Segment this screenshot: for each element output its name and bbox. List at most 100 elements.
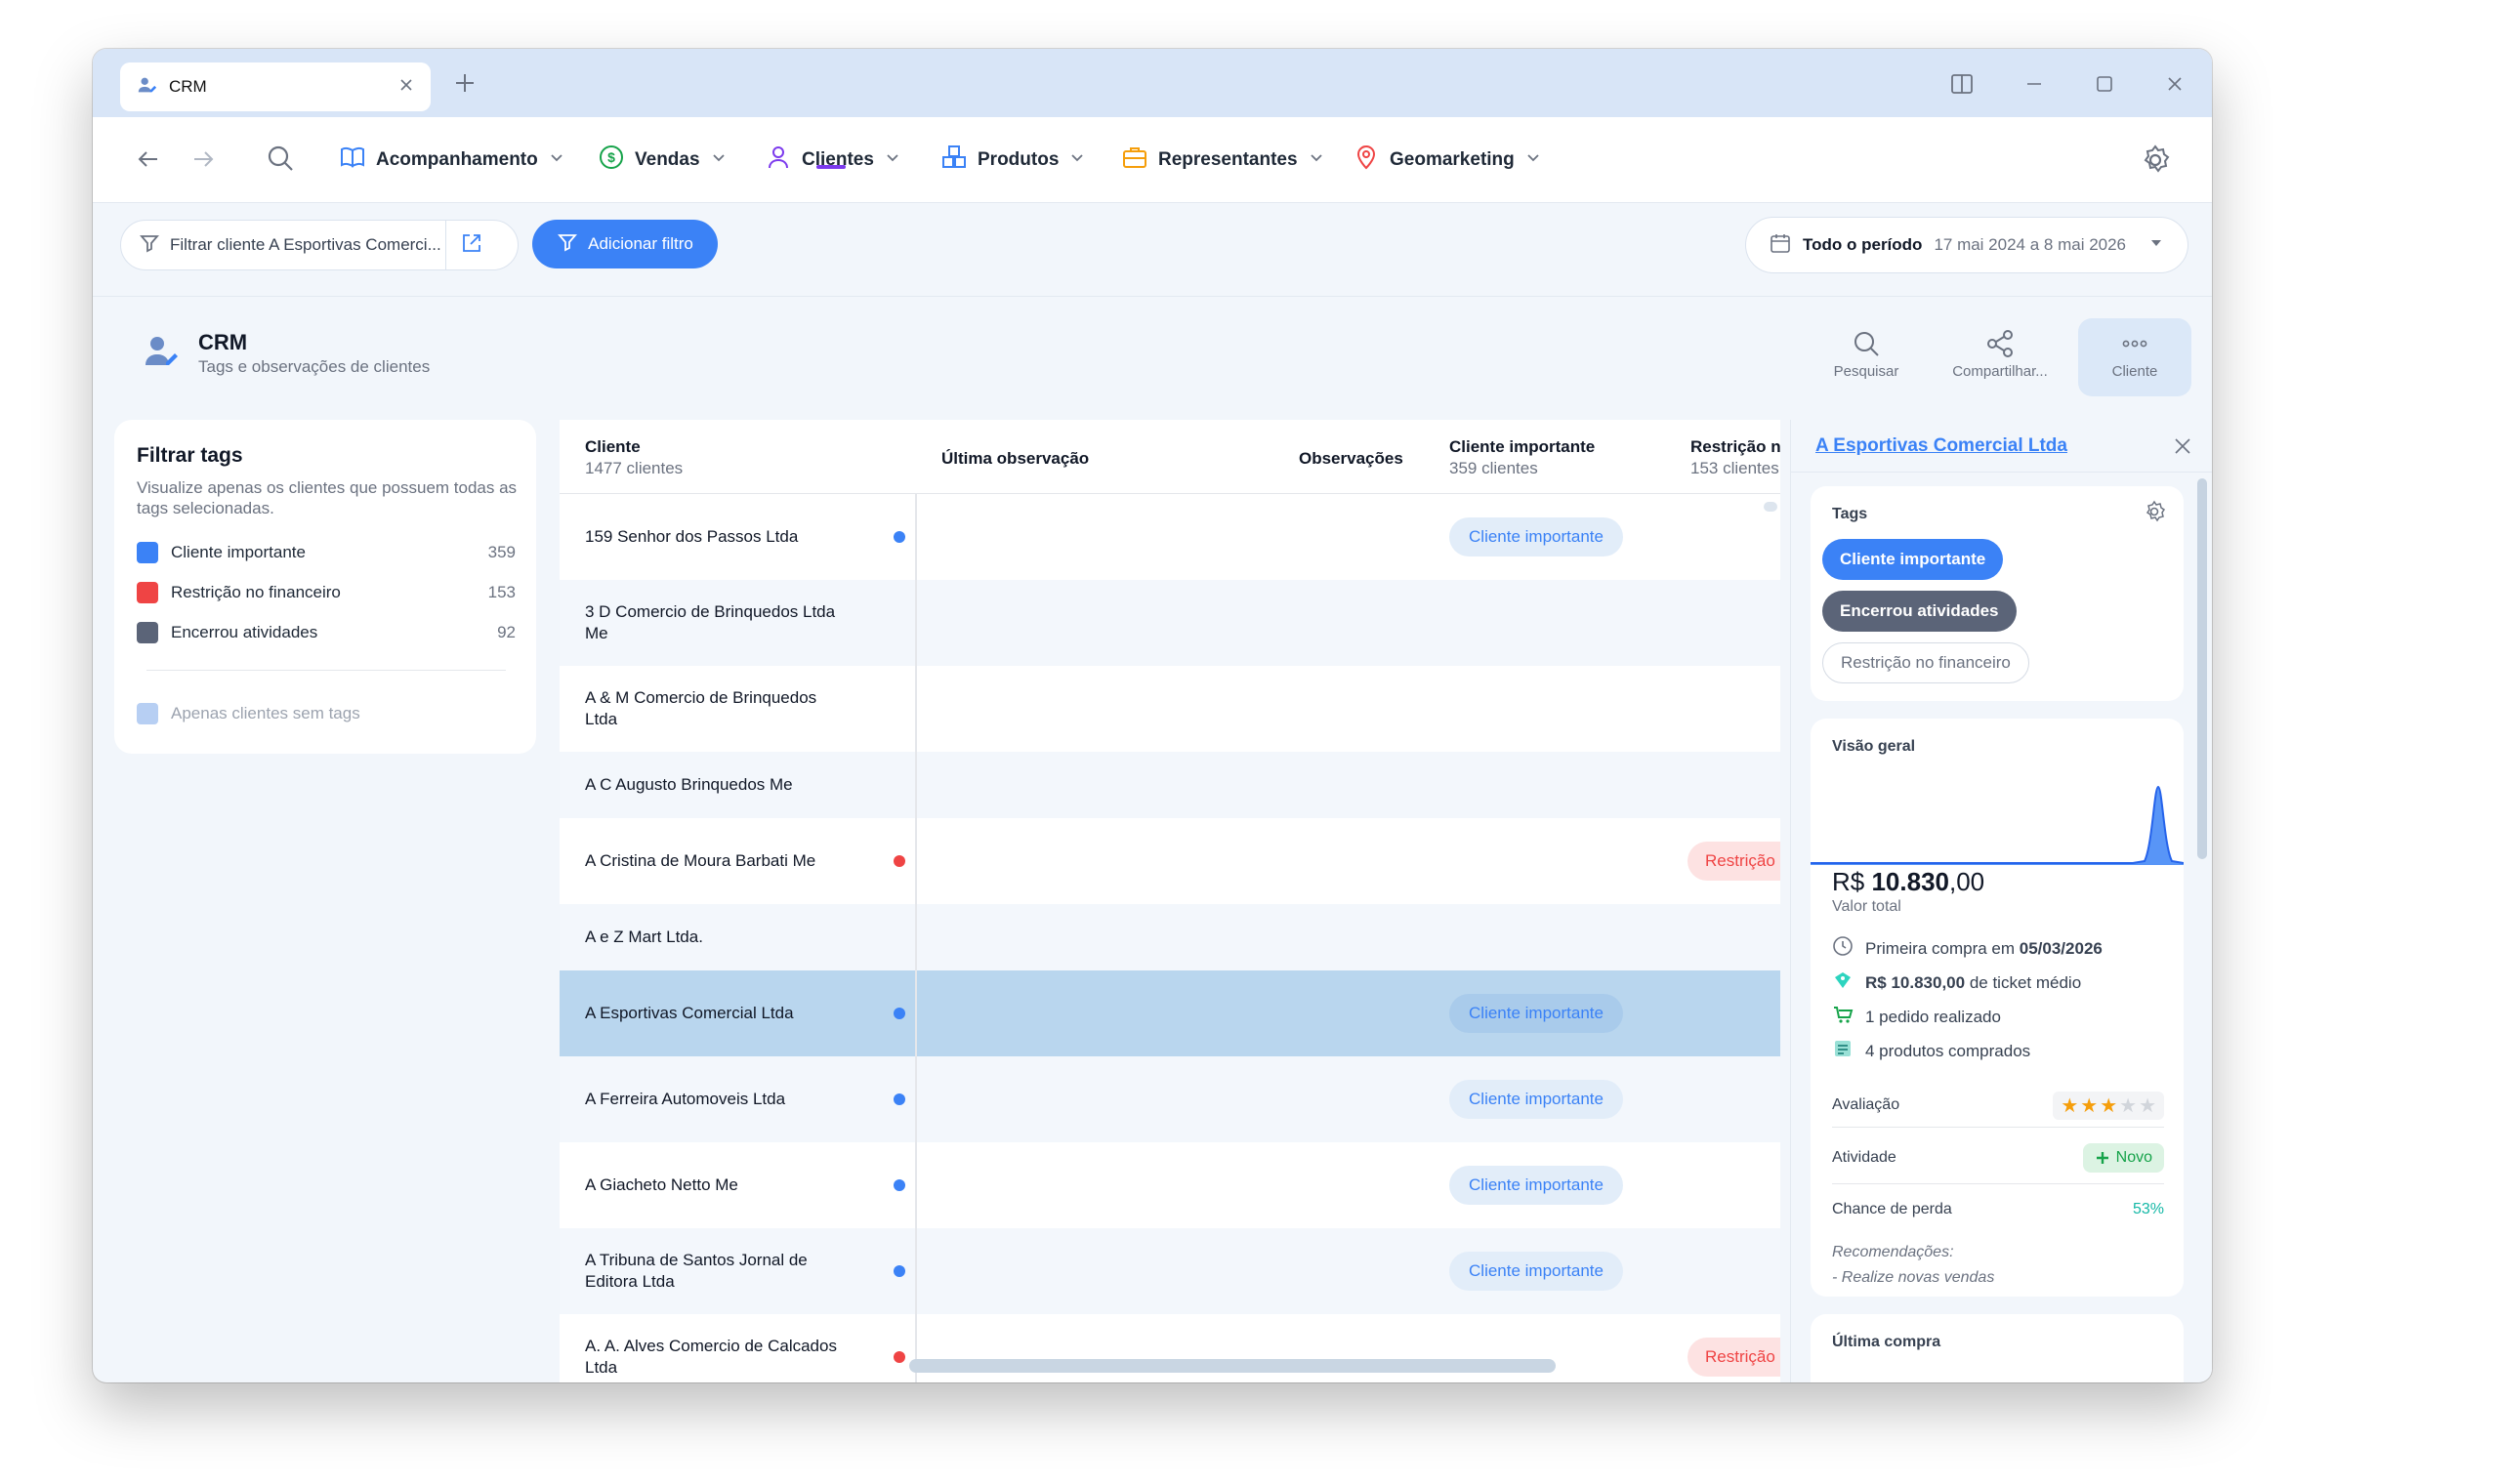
tags-filter-title: Filtrar tags: [137, 444, 243, 467]
gear-icon[interactable]: [2143, 500, 2166, 528]
search-icon[interactable]: [265, 143, 296, 179]
briefcase-icon: [1121, 144, 1148, 177]
table-row[interactable]: A Ferreira Automoveis Ltda Cliente import…: [560, 1056, 1780, 1142]
column-header-cliente[interactable]: Cliente 1477 clientes: [585, 420, 683, 494]
client-name-cell: A Cristina de Moura Barbati Me: [585, 851, 816, 870]
table-row[interactable]: A & M Comercio de Brinquedos Ltda: [560, 666, 1780, 752]
tag-filter-restricao[interactable]: Restrição no financeiro 153: [137, 580, 516, 605]
star-icon[interactable]: ★: [2119, 1093, 2137, 1118]
client-detail-panel: A Esportivas Comercial Ltda Tags Cliente…: [1790, 420, 2212, 1382]
nav-representantes[interactable]: Representantes: [1121, 117, 1325, 203]
client-action-button[interactable]: Cliente: [2078, 318, 2191, 396]
star-icon[interactable]: ★: [2139, 1093, 2156, 1118]
nav-acompanhamento[interactable]: Acompanhamento: [339, 117, 565, 203]
important-chip[interactable]: Cliente importante: [1449, 994, 1623, 1033]
nav-vendas[interactable]: $ Vendas: [598, 117, 728, 203]
table-row[interactable]: 3 D Comercio de Brinquedos Ltda Me: [560, 580, 1780, 666]
rating-stars[interactable]: ★ ★ ★ ★ ★: [2053, 1091, 2164, 1120]
table-row[interactable]: A e Z Mart Ltda.: [560, 904, 1780, 970]
tag-cliente-importante[interactable]: Cliente importante: [1822, 539, 2004, 580]
panel-tags-card: Tags Cliente importante Encerrou ativida…: [1811, 486, 2184, 701]
close-window-icon[interactable]: [2153, 62, 2196, 105]
horizontal-scrollbar[interactable]: [909, 1359, 1556, 1373]
caret-down-icon: [2148, 235, 2164, 256]
split-view-icon[interactable]: [1940, 62, 1983, 105]
nav-produtos[interactable]: Produtos: [940, 117, 1086, 203]
book-icon: [339, 144, 366, 177]
restriction-dot: [894, 855, 905, 867]
close-tab-icon[interactable]: [397, 76, 415, 99]
important-chip[interactable]: Cliente importante: [1449, 517, 1623, 556]
period-selector[interactable]: Todo o período 17 mai 2024 a 8 mai 2026: [1745, 217, 2188, 273]
overview-card: Visão geral R$ 10.830,00 Valor total Pri…: [1811, 719, 2184, 1297]
minimize-icon[interactable]: [2013, 62, 2056, 105]
restriction-dot: [894, 1351, 905, 1363]
chevron-down-icon: [1524, 148, 1542, 172]
nav-geomarketing[interactable]: Geomarketing: [1353, 117, 1542, 203]
column-header-restricao[interactable]: Restrição n 153 clientes: [1690, 420, 1780, 494]
tag-filter-cliente-importante[interactable]: Cliente importante 359: [137, 540, 516, 565]
important-chip[interactable]: Cliente importante: [1449, 1252, 1623, 1291]
dollar-icon: $: [598, 144, 625, 177]
panel-tags-title: Tags: [1832, 506, 1868, 522]
stat-first-purchase: Primeira compra em 05/03/2026: [1832, 935, 2103, 962]
box-icon: [1832, 1038, 1854, 1064]
restriction-chip[interactable]: Restrição: [1688, 1338, 1780, 1377]
chip-divider: [445, 220, 446, 270]
nav-clientes[interactable]: Clientes: [765, 117, 901, 203]
add-filter-button[interactable]: Adicionar filtro: [532, 220, 718, 268]
client-name-cell: A. A. Alves Comercio de Calcados Ltda: [585, 1337, 837, 1377]
client-name-cell: A Ferreira Automoveis Ltda: [585, 1090, 786, 1108]
stat-orders: 1 pedido realizado: [1832, 1004, 2001, 1030]
browser-tab[interactable]: CRM: [120, 62, 431, 111]
period-range: 17 mai 2024 a 8 mai 2026: [1934, 235, 2127, 254]
important-dot: [894, 1179, 905, 1191]
column-header-ultima-observacao[interactable]: Última observação: [941, 420, 1089, 494]
table-row[interactable]: A Giacheto Netto Me Cliente importante: [560, 1142, 1780, 1228]
share-icon: [1941, 324, 2059, 363]
table-row[interactable]: A Cristina de Moura Barbati Me Restrição: [560, 818, 1780, 904]
table-row[interactable]: A Tribuna de Santos Jornal de Editora Lt…: [560, 1228, 1780, 1314]
maximize-icon[interactable]: [2083, 62, 2126, 105]
more-dots-icon: [2078, 324, 2191, 363]
overview-title: Visão geral: [1832, 738, 1916, 755]
important-dot: [894, 531, 905, 543]
client-name-link[interactable]: A Esportivas Comercial Ltda: [1815, 435, 2067, 457]
activity-badge[interactable]: Novo: [2082, 1143, 2164, 1173]
tag-encerrou-atividades[interactable]: Encerrou atividades: [1822, 591, 2017, 632]
forward-arrow-icon[interactable]: [188, 144, 218, 179]
external-link-icon[interactable]: [460, 231, 483, 260]
tag-restricao-financeiro[interactable]: Restrição no financeiro: [1822, 642, 2029, 683]
important-chip[interactable]: Cliente importante: [1449, 1166, 1623, 1205]
sales-sparkline: [1811, 785, 2184, 865]
star-icon[interactable]: ★: [2080, 1093, 2098, 1118]
chevron-down-icon: [884, 148, 901, 172]
back-arrow-icon[interactable]: [134, 144, 163, 179]
page-title: CRM: [198, 330, 248, 354]
star-icon[interactable]: ★: [2100, 1093, 2117, 1118]
table-row[interactable]: A Esportivas Comercial Ltda Cliente impor…: [560, 970, 1780, 1056]
column-header-cliente-importante[interactable]: Cliente importante 359 clientes: [1449, 420, 1595, 494]
total-value: R$ 10.830,00: [1832, 867, 1985, 896]
vertical-scrollbar[interactable]: [1764, 502, 1777, 512]
close-panel-icon[interactable]: [2172, 435, 2193, 462]
map-pin-icon: [1353, 144, 1380, 177]
divider: [1832, 1183, 2164, 1184]
app-window: CRM Acompanhamento $ Vendas Clientes Pro…: [93, 49, 2212, 1382]
checkbox: [137, 703, 158, 724]
no-tags-filter[interactable]: Apenas clientes sem tags: [137, 703, 360, 724]
table-row[interactable]: A C Augusto Brinquedos Me: [560, 752, 1780, 818]
client-filter-chip[interactable]: Filtrar cliente A Esportivas Comerci...: [120, 220, 519, 270]
panel-scrollbar[interactable]: [2197, 478, 2207, 859]
new-tab-icon[interactable]: [450, 68, 479, 103]
tag-filter-encerrou[interactable]: Encerrou atividades 92: [137, 620, 516, 645]
search-action-button[interactable]: Pesquisar: [1808, 324, 1925, 380]
share-action-button[interactable]: Compartilhar...: [1941, 324, 2059, 380]
table-row[interactable]: 159 Senhor dos Passos Ltda Cliente import…: [560, 494, 1780, 580]
star-icon[interactable]: ★: [2061, 1093, 2078, 1118]
restriction-chip[interactable]: Restrição: [1688, 842, 1780, 881]
column-header-observacoes[interactable]: Observações: [1299, 420, 1403, 494]
client-name-cell: A e Z Mart Ltda.: [585, 928, 703, 946]
important-chip[interactable]: Cliente importante: [1449, 1080, 1623, 1119]
gear-icon[interactable]: [2138, 143, 2173, 183]
